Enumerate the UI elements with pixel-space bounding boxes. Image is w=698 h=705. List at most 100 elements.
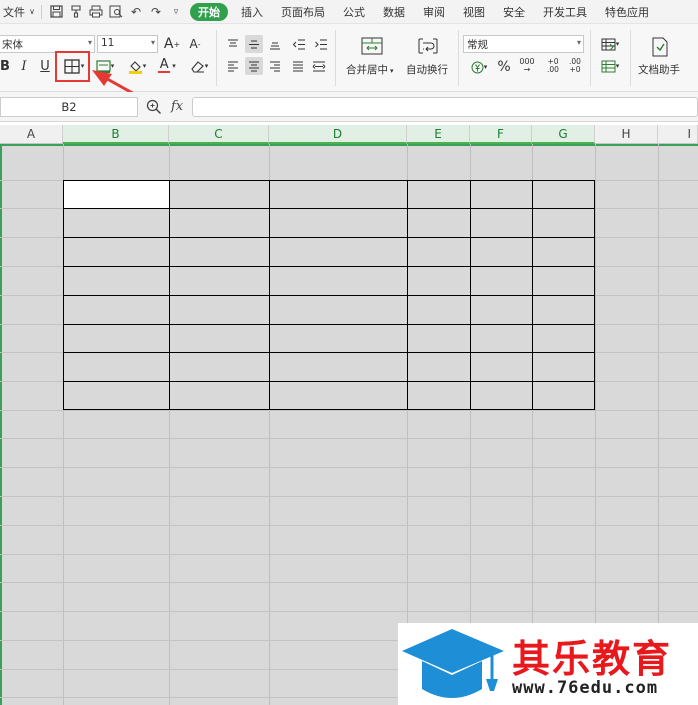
column-header-e[interactable]: E: [407, 125, 470, 144]
column-header-f[interactable]: F: [470, 125, 532, 144]
clear-button[interactable]: ▾: [186, 57, 212, 75]
tab-formulas[interactable]: 公式: [334, 4, 374, 20]
font-color-icon: A: [158, 57, 171, 73]
table-border: [63, 208, 595, 209]
border-tool-highlight: [55, 51, 90, 82]
wrap-text-icon-button[interactable]: [416, 36, 440, 56]
justify-button[interactable]: [289, 57, 307, 75]
wrap-text-button[interactable]: 自动换行: [406, 62, 448, 77]
font-size-select[interactable]: 11 ▾: [97, 35, 158, 53]
format-painter-icon[interactable]: [66, 4, 86, 20]
column-header-d[interactable]: D: [269, 125, 407, 144]
gridline: [0, 496, 698, 497]
chevron-down-icon: ▾: [483, 63, 488, 71]
table-style-button[interactable]: ▾: [597, 57, 623, 75]
print-icon[interactable]: [86, 4, 106, 20]
chevron-down-icon: ▾: [390, 67, 394, 75]
merge-center-button[interactable]: 合并居中 ▾: [346, 62, 394, 77]
chevron-down-icon: ▾: [615, 40, 620, 48]
increase-indent-button[interactable]: [312, 35, 330, 53]
increase-decimal-button[interactable]: +0 .00: [541, 57, 565, 75]
underline-button[interactable]: U: [36, 57, 54, 75]
quick-access-dropdown-icon[interactable]: ▿: [166, 4, 186, 20]
table-border: [63, 381, 595, 382]
tab-data[interactable]: 数据: [374, 4, 414, 20]
tab-review[interactable]: 审阅: [414, 4, 454, 20]
percent-button[interactable]: %: [495, 58, 513, 76]
align-top-button[interactable]: [224, 35, 242, 53]
number-format-select[interactable]: 常规 ▾: [463, 35, 584, 53]
formula-input[interactable]: [192, 97, 698, 117]
gridline: [0, 525, 698, 526]
wrap-text-icon: [418, 38, 438, 54]
doc-assistant-button[interactable]: 文档助手: [638, 62, 680, 77]
tab-home[interactable]: 开始: [190, 2, 228, 21]
chevron-down-icon[interactable]: ∨: [27, 4, 37, 20]
insert-function-button[interactable]: fx: [171, 99, 183, 114]
table-border: [63, 352, 595, 353]
number-format-value: 常规: [467, 39, 488, 51]
thousands-button[interactable]: 000 →: [516, 57, 538, 75]
tab-insert[interactable]: 插入: [232, 4, 272, 20]
column-header-a[interactable]: A: [0, 125, 63, 144]
redo-icon[interactable]: ↷: [146, 4, 166, 20]
tab-developer[interactable]: 开发工具: [534, 4, 596, 20]
grow-font-button[interactable]: A +: [162, 35, 182, 53]
tab-special-apps[interactable]: 特色应用: [596, 4, 658, 20]
divider: [458, 30, 459, 86]
doc-assistant-icon-button[interactable]: [649, 36, 671, 58]
column-header-b[interactable]: B: [63, 125, 169, 144]
print-preview-icon[interactable]: [106, 4, 126, 20]
tab-view[interactable]: 视图: [454, 4, 494, 20]
bold-button[interactable]: B: [0, 57, 14, 75]
distributed-align-icon: [312, 61, 326, 71]
align-middle-button[interactable]: [245, 35, 263, 53]
column-header-c[interactable]: C: [169, 125, 269, 144]
undo-icon[interactable]: ↶: [126, 4, 146, 20]
gridline: [0, 438, 698, 439]
gridline: [0, 410, 698, 411]
table-style-icon: [601, 60, 616, 72]
decrease-indent-button[interactable]: [290, 35, 308, 53]
align-center-icon: [249, 61, 259, 71]
column-header-h[interactable]: H: [595, 125, 658, 144]
align-left-icon: [228, 61, 238, 71]
conditional-format-button[interactable]: ▾: [597, 35, 623, 53]
conditional-format-icon: [601, 38, 616, 50]
zoom-search-icon[interactable]: [146, 99, 162, 118]
align-right-button[interactable]: [266, 57, 284, 75]
watermark-url: www.76edu.com: [512, 678, 659, 698]
divider: [590, 30, 591, 86]
justify-icon: [293, 61, 303, 71]
divider: [41, 4, 42, 19]
decrease-indent-icon: [293, 39, 305, 49]
divider: [216, 30, 217, 86]
merge-center-icon-button[interactable]: [360, 36, 384, 56]
shrink-font-button[interactable]: A-: [185, 35, 205, 53]
divider: [335, 30, 336, 86]
chevron-down-icon: ▾: [615, 62, 620, 70]
column-header-g[interactable]: G: [532, 125, 595, 144]
save-icon[interactable]: [46, 4, 66, 20]
menu-file[interactable]: 文件: [0, 4, 27, 20]
align-left-button[interactable]: [224, 57, 242, 75]
align-bottom-button[interactable]: [266, 35, 284, 53]
tab-security[interactable]: 安全: [494, 4, 534, 20]
align-center-button[interactable]: [245, 57, 263, 75]
chevron-down-icon: ▾: [150, 38, 155, 47]
currency-button[interactable]: ▾: [466, 58, 492, 76]
menu-bar: 文件 ∨ ↶ ↷ ▿ 开始 插入 页面布局 公式 数据 审阅 视图 安全 开发工…: [0, 0, 698, 24]
decrease-decimal-button[interactable]: .00 +0: [563, 57, 587, 75]
doc-assistant-icon: [652, 37, 668, 57]
font-name-value: 宋体: [2, 39, 23, 51]
tab-page-layout[interactable]: 页面布局: [272, 4, 334, 20]
distributed-align-button[interactable]: [310, 57, 328, 75]
gridline: [0, 611, 698, 612]
gridline: [0, 554, 698, 555]
gridline: [658, 144, 659, 705]
divider: [630, 30, 631, 86]
name-box[interactable]: B2: [0, 97, 138, 117]
eraser-icon: [191, 60, 204, 73]
italic-button[interactable]: I: [15, 57, 33, 75]
column-header-i[interactable]: I: [658, 125, 698, 144]
